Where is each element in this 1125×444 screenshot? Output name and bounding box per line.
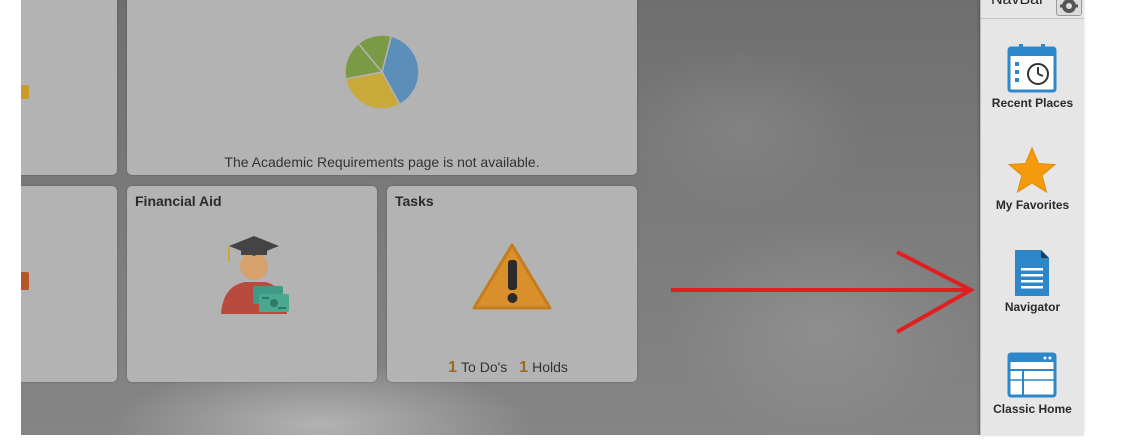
tile-partial-bottom-left[interactable] — [21, 186, 117, 382]
navbar-title: NavBar — [991, 0, 1044, 9]
nav-item-classic-home[interactable]: Classic Home — [981, 350, 1084, 444]
tasks-summary: 1 To Do's 1 Holds — [387, 359, 637, 377]
annotation-arrow — [671, 250, 976, 334]
warning-icon — [472, 243, 552, 310]
tile-icon-partial — [21, 272, 29, 290]
nav-item-recent-places[interactable]: Recent Places — [981, 44, 1084, 138]
nav-item-my-favorites[interactable]: My Favorites — [981, 146, 1084, 240]
todos-label: To Do's — [461, 359, 508, 375]
pie-chart — [344, 34, 420, 110]
gear-icon[interactable] — [1056, 0, 1082, 16]
document-icon — [1015, 250, 1049, 296]
tile-financial-aid[interactable]: Financial Aid — [127, 186, 377, 382]
tile-title: Financial Aid — [135, 193, 222, 209]
todos-count: 1 — [448, 359, 458, 376]
tile-tasks[interactable]: Tasks 1 To Do's 1 Holds — [387, 186, 637, 382]
tile-title: Tasks — [395, 193, 434, 209]
nav-item-label: Navigator — [1004, 300, 1061, 314]
tile-icon-partial — [21, 85, 29, 99]
academic-unavailable-text: The Academic Requirements page is not av… — [224, 154, 540, 170]
nav-item-navigator[interactable]: Navigator — [981, 248, 1084, 342]
nav-item-label: Recent Places — [991, 96, 1074, 110]
browser-window-icon — [1007, 352, 1057, 398]
navbar-header: NavBar — [981, 0, 1084, 19]
homepage-canvas: The Academic Requirements page is not av… — [21, 0, 1083, 435]
holds-label: Holds — [532, 359, 568, 375]
star-icon — [1007, 146, 1057, 194]
tile-partial-top-left[interactable] — [21, 0, 117, 175]
graduate-money-icon — [221, 236, 289, 314]
nav-item-label: Classic Home — [993, 402, 1072, 416]
navbar-panel: NavBar Recent Places — [980, 0, 1084, 435]
nav-item-label: My Favorites — [995, 198, 1070, 212]
calendar-clock-icon — [1007, 44, 1057, 93]
tile-academic-requirements[interactable]: The Academic Requirements page is not av… — [127, 0, 637, 175]
holds-count: 1 — [519, 359, 529, 376]
